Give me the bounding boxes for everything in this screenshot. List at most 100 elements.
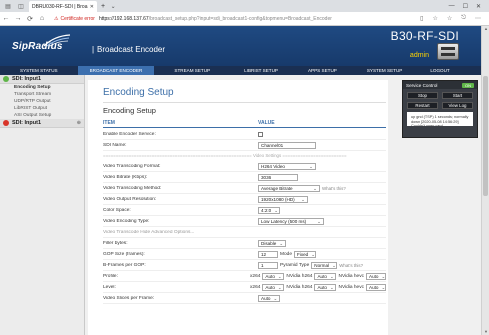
sidebar-input-1-label: SDI: Input1 xyxy=(12,76,42,82)
resolution-select[interactable]: 1920x1080 (HD) ⌄ xyxy=(258,196,308,203)
address-icons: ▯ ☆ ☆ ⎋ ⋯ xyxy=(420,15,489,22)
sidebar-item-transport-stream[interactable]: Transport Stream xyxy=(0,91,84,98)
section-title: Encoding Setup xyxy=(103,106,156,115)
main-content: Encoding Setup Encoding Setup ITEM VALUE… xyxy=(88,80,388,335)
sidebar-item-udp-rtp-output[interactable]: UDP/RTP Output xyxy=(0,98,84,105)
refresh-icon[interactable]: ⟳ xyxy=(24,15,36,23)
top-menu: SYSTEM STATUS BROADCAST ENCODER STREAM S… xyxy=(0,66,481,75)
maximize-icon[interactable]: ☐ xyxy=(463,3,468,10)
row-color-space: Color Space: 4:2:0 ⌄ xyxy=(103,206,386,216)
level-nvidia-h264-select[interactable]: Auto ⌄ xyxy=(314,284,337,291)
menu-logout[interactable]: LOGOUT xyxy=(416,66,463,75)
row-transcoding-format: Video Transcoding Format: H264 Video ⌄ xyxy=(103,162,386,172)
profile-nvidia-hevc-select[interactable]: Auto ⌄ xyxy=(366,273,386,280)
window-menu-icon[interactable]: ▤ xyxy=(3,1,13,11)
chevron-down-icon: ⌄ xyxy=(277,273,282,279)
pyramid-type-select[interactable]: Normal ⌄ xyxy=(311,262,338,269)
favorites-icon[interactable]: ☆ xyxy=(447,15,452,22)
filler-select[interactable]: Disable ⌄ xyxy=(258,240,286,247)
separator-left: ================================= xyxy=(103,153,188,158)
level-x264-value: Auto xyxy=(265,285,275,290)
encoding-type-select[interactable]: Low Latency (500 ms) ⌄ xyxy=(258,218,324,225)
close-window-icon[interactable]: ✕ xyxy=(476,3,481,10)
gop-mode-label: Mode xyxy=(280,252,292,257)
minimize-icon[interactable]: — xyxy=(449,3,455,10)
tab-list-icon[interactable]: ◫ xyxy=(16,1,26,11)
row-level: Level: x264 Auto ⌄ NVidia h264 Auto ⌄ NVid… xyxy=(103,283,386,293)
hide-advanced-options-link[interactable]: Video Transcode Hide Advanced Options... xyxy=(103,230,386,235)
profile-x264-select[interactable]: Auto ⌄ xyxy=(262,273,285,280)
profile-nvidia-h264-select[interactable]: Auto ⌄ xyxy=(314,273,337,280)
level-nvidia-hevc-select[interactable]: Auto ⌄ xyxy=(366,284,386,291)
bframes-input[interactable]: 1 xyxy=(258,262,278,269)
star-icon[interactable]: ☆ xyxy=(432,15,437,22)
level-x264-select[interactable]: Auto ⌄ xyxy=(262,284,285,291)
menu-broadcast-encoder[interactable]: BROADCAST ENCODER xyxy=(77,66,155,75)
stop-button[interactable]: Stop xyxy=(407,92,438,99)
bitrate-input[interactable]: 3036 xyxy=(258,174,298,181)
sidebar-item-encoding-setup[interactable]: Encoding Setup xyxy=(0,84,84,91)
whats-this-link[interactable]: What's this? xyxy=(322,186,346,191)
separator-right: ========================= Video Settings… xyxy=(187,153,347,158)
restart-button[interactable]: Restart xyxy=(407,102,438,109)
color-space-label: Color Space: xyxy=(103,208,131,213)
page-scrollbar[interactable]: ▲ ▼ xyxy=(481,26,489,335)
new-tab-icon[interactable]: + xyxy=(101,3,105,10)
chevron-down-icon: ⌄ xyxy=(329,284,334,290)
level-label: Level: xyxy=(103,285,116,290)
sidebar-item-asi-output[interactable]: ASI Output Setup xyxy=(0,112,84,119)
transcoding-method-select[interactable]: Average Bitrate ⌄ xyxy=(258,185,320,192)
chevron-down-icon[interactable]: ⌄ xyxy=(108,1,118,11)
more-icon[interactable]: ⋯ xyxy=(475,15,481,22)
scroll-down-icon[interactable]: ▼ xyxy=(482,329,489,335)
service-control-title: Service Control xyxy=(406,82,438,88)
row-filler: Filler bytes: Disable ⌄ xyxy=(103,239,386,249)
service-status-text: up gnd (TSP) 1 seconds; normally down [2… xyxy=(407,112,473,126)
transcoding-method-label: Video Transcoding Method: xyxy=(103,186,162,191)
column-header-value: VALUE xyxy=(258,120,275,126)
slices-select[interactable]: Auto ⌄ xyxy=(258,295,280,302)
menu-apps-setup[interactable]: APPS SETUP xyxy=(292,66,353,75)
menu-system-setup[interactable]: SYSTEM SETUP xyxy=(353,66,416,75)
url-field[interactable]: https://192.168.137.67/broadcast_setup.p… xyxy=(99,16,399,22)
transcoding-format-select[interactable]: H264 Video ⌄ xyxy=(258,163,316,170)
back-icon[interactable]: ← xyxy=(0,15,12,22)
enable-encoder-checkbox[interactable] xyxy=(258,132,263,137)
row-bframes: B-Frames per GOP: 1 Pyramid Type Normal ⌄ Wh… xyxy=(103,261,386,271)
header-separator: | xyxy=(92,45,95,54)
menu-system-status[interactable]: SYSTEM STATUS xyxy=(0,66,78,75)
whats-this-link[interactable]: What's this? xyxy=(339,263,363,268)
share-icon[interactable]: ⎋ xyxy=(461,15,466,22)
scroll-up-icon[interactable]: ▲ xyxy=(482,26,489,32)
browser-tab-bar: ▤ ◫ DBRU030-RF-SDI | Broa ✕ + ⌄ — ☐ ✕ xyxy=(0,0,489,12)
start-button[interactable]: Start xyxy=(442,92,473,99)
menu-stream-setup[interactable]: STREAM SETUP xyxy=(154,66,230,75)
sipradius-logo: SipRadius xyxy=(12,34,82,58)
chevron-down-icon: ⌄ xyxy=(274,207,279,213)
chevron-down-icon: ⌄ xyxy=(273,295,278,301)
certificate-warning[interactable]: ⚠ Certificate error xyxy=(54,16,95,22)
view-log-button[interactable]: View Log xyxy=(442,102,473,109)
sidebar-input-2[interactable]: SDI: Input1 ⊕ xyxy=(0,119,84,128)
profile-label: Profile: xyxy=(103,274,118,279)
reader-icon[interactable]: ▯ xyxy=(420,15,423,22)
sidebar-item-librist-output[interactable]: LibRIST Output xyxy=(0,105,84,112)
profile-nvidia-h264-label: NVidia h264 xyxy=(286,274,313,279)
home-icon[interactable]: ⌂ xyxy=(36,15,48,22)
gop-input[interactable]: 12 xyxy=(258,251,278,258)
status-dot-icon xyxy=(3,120,9,126)
close-tab-icon[interactable]: ✕ xyxy=(90,4,94,10)
sidebar-input-2-label: SDI: Input1 xyxy=(12,120,42,126)
url-host: https://192.168.137.67 xyxy=(98,15,149,22)
sdi-name-input[interactable]: Channel01 xyxy=(258,142,316,149)
filler-value: Disable xyxy=(261,241,277,246)
browser-tab[interactable]: DBRU030-RF-SDI | Broa ✕ xyxy=(29,1,97,12)
gop-mode-select[interactable]: Fixed ⌄ xyxy=(294,251,316,258)
scrollbar-thumb[interactable] xyxy=(483,76,488,196)
forward-icon[interactable]: → xyxy=(12,15,24,22)
pyramid-type-label: Pyramid Type xyxy=(280,263,310,268)
gop-mode-value: Fixed xyxy=(297,252,309,257)
menu-librist-setup[interactable]: LIBRIST SETUP xyxy=(230,66,292,75)
color-space-select[interactable]: 4:2:0 ⌄ xyxy=(258,207,280,214)
sidebar-input-1[interactable]: SDI: Input1 xyxy=(0,75,84,84)
